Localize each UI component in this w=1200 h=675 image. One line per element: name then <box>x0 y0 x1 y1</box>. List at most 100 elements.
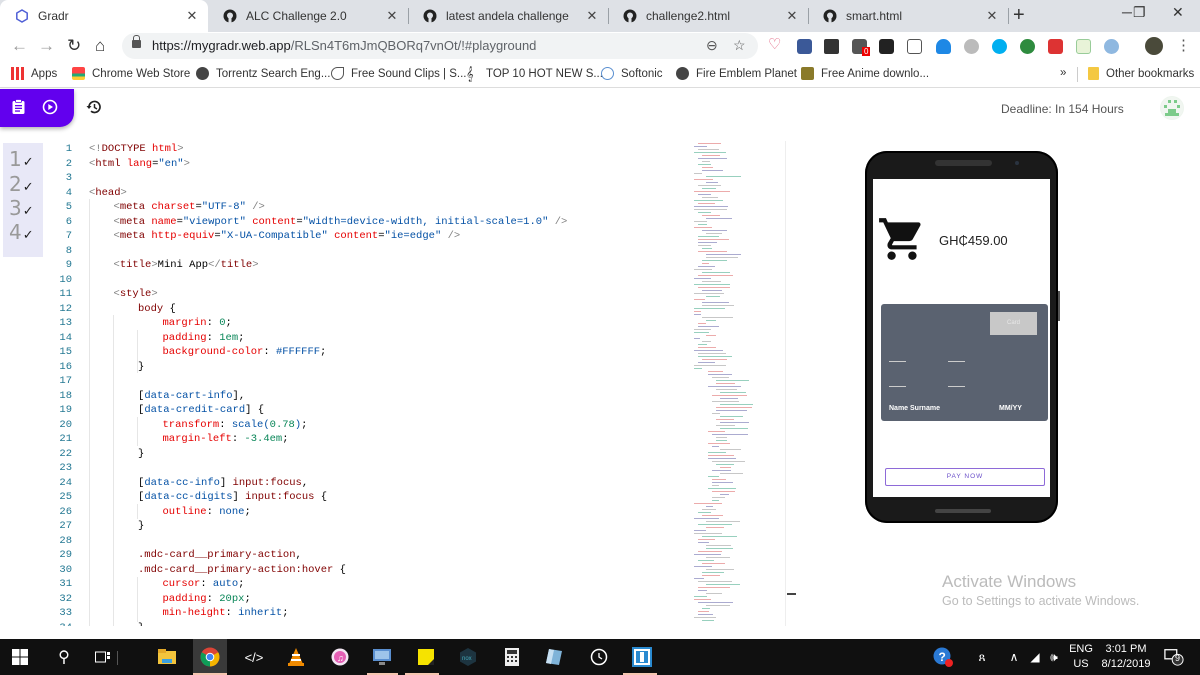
itunes-icon[interactable]: ♫ <box>330 647 350 667</box>
close-tab-icon[interactable]: ✕ <box>984 8 1000 24</box>
tab-smart[interactable]: smart.html ✕ <box>808 0 1009 32</box>
code-line[interactable]: 33 min-height: inherit; <box>50 607 690 622</box>
code-line[interactable]: 10 <box>50 274 690 289</box>
code-line[interactable]: 22} <box>50 448 690 463</box>
code-line[interactable]: 25 [data-cc-digits] input:focus { <box>50 491 690 506</box>
heart-extension-icon[interactable]: ♡ <box>768 35 781 53</box>
editor-minimap[interactable] <box>690 141 785 626</box>
bookmark-softonic[interactable]: Softonic <box>601 67 663 80</box>
editor-scrollbar[interactable] <box>785 141 797 626</box>
code-line[interactable]: 5 <meta charset="UTF-8" /> <box>50 201 690 216</box>
code-line[interactable]: 7 <meta http-equiv="X-UA-Compatible" cont… <box>50 230 690 245</box>
minimize-button[interactable]: ─ <box>1122 4 1132 20</box>
opera-extension-icon[interactable] <box>1104 39 1119 54</box>
alarms-clock-icon[interactable] <box>589 647 609 667</box>
facebook-extension-icon[interactable] <box>797 39 812 54</box>
clock[interactable]: 3:01 PM 8/12/2019 <box>1098 642 1154 672</box>
code-line[interactable]: 18 [data-cart-info], <box>50 390 690 405</box>
tab-gradr[interactable]: Gradr ✕ <box>0 0 208 32</box>
url-text[interactable]: https://mygradr.web.app/RLSn4T6mJmQBORq7… <box>152 38 536 53</box>
bookmark-fire-emblem[interactable]: Fire Emblem Planet <box>676 67 797 80</box>
code-editor-icon[interactable]: </> <box>244 647 264 667</box>
pocket-icon[interactable] <box>907 39 922 54</box>
io-extension-icon[interactable] <box>824 39 839 54</box>
card-digits-field[interactable] <box>889 386 906 387</box>
code-line[interactable]: 19 [data-credit-card] { <box>50 404 690 419</box>
code-line[interactable]: 14 padding: 1em; <box>50 332 690 347</box>
close-tab-icon[interactable]: ✕ <box>784 8 800 24</box>
user-avatar[interactable] <box>1160 96 1184 120</box>
search-icon[interactable]: ⚲ <box>54 647 74 667</box>
code-line[interactable]: 9 <title>Mini App</title> <box>50 259 690 274</box>
remote-desktop-icon[interactable] <box>372 647 392 667</box>
code-line[interactable]: 28 <box>50 535 690 550</box>
code-line[interactable]: 31 cursor: auto; <box>50 578 690 593</box>
nox-icon[interactable]: nox <box>458 647 478 667</box>
input-language[interactable]: ENG US <box>1066 642 1096 672</box>
code-line[interactable]: 16} <box>50 361 690 376</box>
close-window-button[interactable]: ✕ <box>1172 4 1184 21</box>
scrollbar-thumb[interactable] <box>787 593 796 595</box>
task-item-3[interactable]: 3✓ <box>9 196 34 220</box>
wifi-icon[interactable]: ◢ <box>1025 647 1045 667</box>
task-item-4[interactable]: 4✓ <box>9 220 34 244</box>
people-icon[interactable]: ጸ <box>972 647 992 667</box>
back-button[interactable]: ← <box>11 36 28 56</box>
profile-avatar[interactable] <box>1145 37 1163 55</box>
pay-now-button[interactable]: PAY NOW <box>885 468 1045 486</box>
code-line[interactable]: 1 <!DOCTYPE html> <box>50 143 690 158</box>
volume-icon[interactable]: 🕪 <box>1044 647 1064 667</box>
close-tab-icon[interactable]: ✕ <box>584 8 600 24</box>
tab-latest-andela[interactable]: latest andela challenge ✕ <box>408 0 609 32</box>
chrome-taskbar-icon[interactable] <box>200 647 220 667</box>
code-line[interactable]: 24 [data-cc-info] input:focus, <box>50 477 690 492</box>
code-line[interactable]: 11 <style> <box>50 288 690 303</box>
clipboard-icon[interactable] <box>12 99 25 118</box>
bookmark-chrome-web-store[interactable]: Chrome Web Store <box>72 67 190 80</box>
zoom-out-icon[interactable]: ⊖ <box>706 37 718 54</box>
home-button[interactable]: ⌂ <box>95 36 105 56</box>
task-item-1[interactable]: 1✓ <box>9 147 34 171</box>
bookmark-top-10[interactable]: 𝄞 TOP 10 HOT NEW S... <box>466 67 603 80</box>
card-holder-name[interactable]: Name Surname <box>889 405 940 412</box>
code-line[interactable]: 8 <box>50 245 690 260</box>
card-digits-field[interactable] <box>889 361 906 362</box>
task-view-icon[interactable] <box>93 647 113 667</box>
code-line[interactable]: 13 margrin: 0; <box>50 317 690 332</box>
bookmark-free-sound-clips[interactable]: Free Sound Clips | S... <box>331 67 466 80</box>
close-tab-icon[interactable]: ✕ <box>184 8 200 24</box>
code-line[interactable]: 23 <box>50 462 690 477</box>
code-editor[interactable]: 1 <!DOCTYPE html> 2 <html lang="en"> 3 4 <head… <box>50 141 690 626</box>
history-icon[interactable] <box>86 99 102 120</box>
sticky-notes-icon[interactable] <box>416 647 436 667</box>
bookmark-other-bookmarks[interactable]: Other bookmarks <box>1088 67 1194 80</box>
bookmarks-overflow-button[interactable]: » <box>1060 67 1066 79</box>
code-line[interactable]: 21 margin-left: -3.4em; <box>50 433 690 448</box>
code-line[interactable]: 32 padding: 20px; <box>50 593 690 608</box>
sheet-extension-icon[interactable] <box>1076 39 1091 54</box>
address-bar[interactable]: https://mygradr.web.app/RLSn4T6mJmQBORq7… <box>122 33 758 59</box>
close-tab-icon[interactable]: ✕ <box>384 8 400 24</box>
show-hidden-icons-chevron[interactable]: ∧ <box>1004 647 1024 667</box>
touch-extension-icon[interactable] <box>936 39 951 54</box>
idm-icon[interactable] <box>1020 39 1035 54</box>
code-line[interactable]: 26 outline: none; <box>50 506 690 521</box>
file-explorer-icon[interactable] <box>157 647 177 667</box>
card-expiry[interactable]: MM/YY <box>999 405 1022 412</box>
card-digits-field[interactable] <box>948 361 965 362</box>
code-line[interactable]: 20 transform: scale(0.78); <box>50 419 690 434</box>
glass-app-icon[interactable] <box>544 647 564 667</box>
skype-icon[interactable] <box>992 39 1007 54</box>
brackets-app-icon[interactable] <box>632 647 652 667</box>
dark-extension-icon[interactable] <box>879 39 894 54</box>
code-line[interactable]: 2 <html lang="en"> <box>50 158 690 173</box>
code-line[interactable]: 17 <box>50 375 690 390</box>
restore-button[interactable]: ❐ <box>1133 4 1146 21</box>
calculator-icon[interactable] <box>502 647 522 667</box>
card-type-button[interactable]: Card <box>990 312 1037 335</box>
new-tab-button[interactable]: + <box>1013 4 1025 27</box>
code-line[interactable]: 34} <box>50 622 690 627</box>
code-line[interactable]: 12 body { <box>50 303 690 318</box>
chrome-menu-icon[interactable]: ⋮ <box>1176 36 1191 54</box>
megaphone-icon[interactable] <box>1048 39 1063 54</box>
